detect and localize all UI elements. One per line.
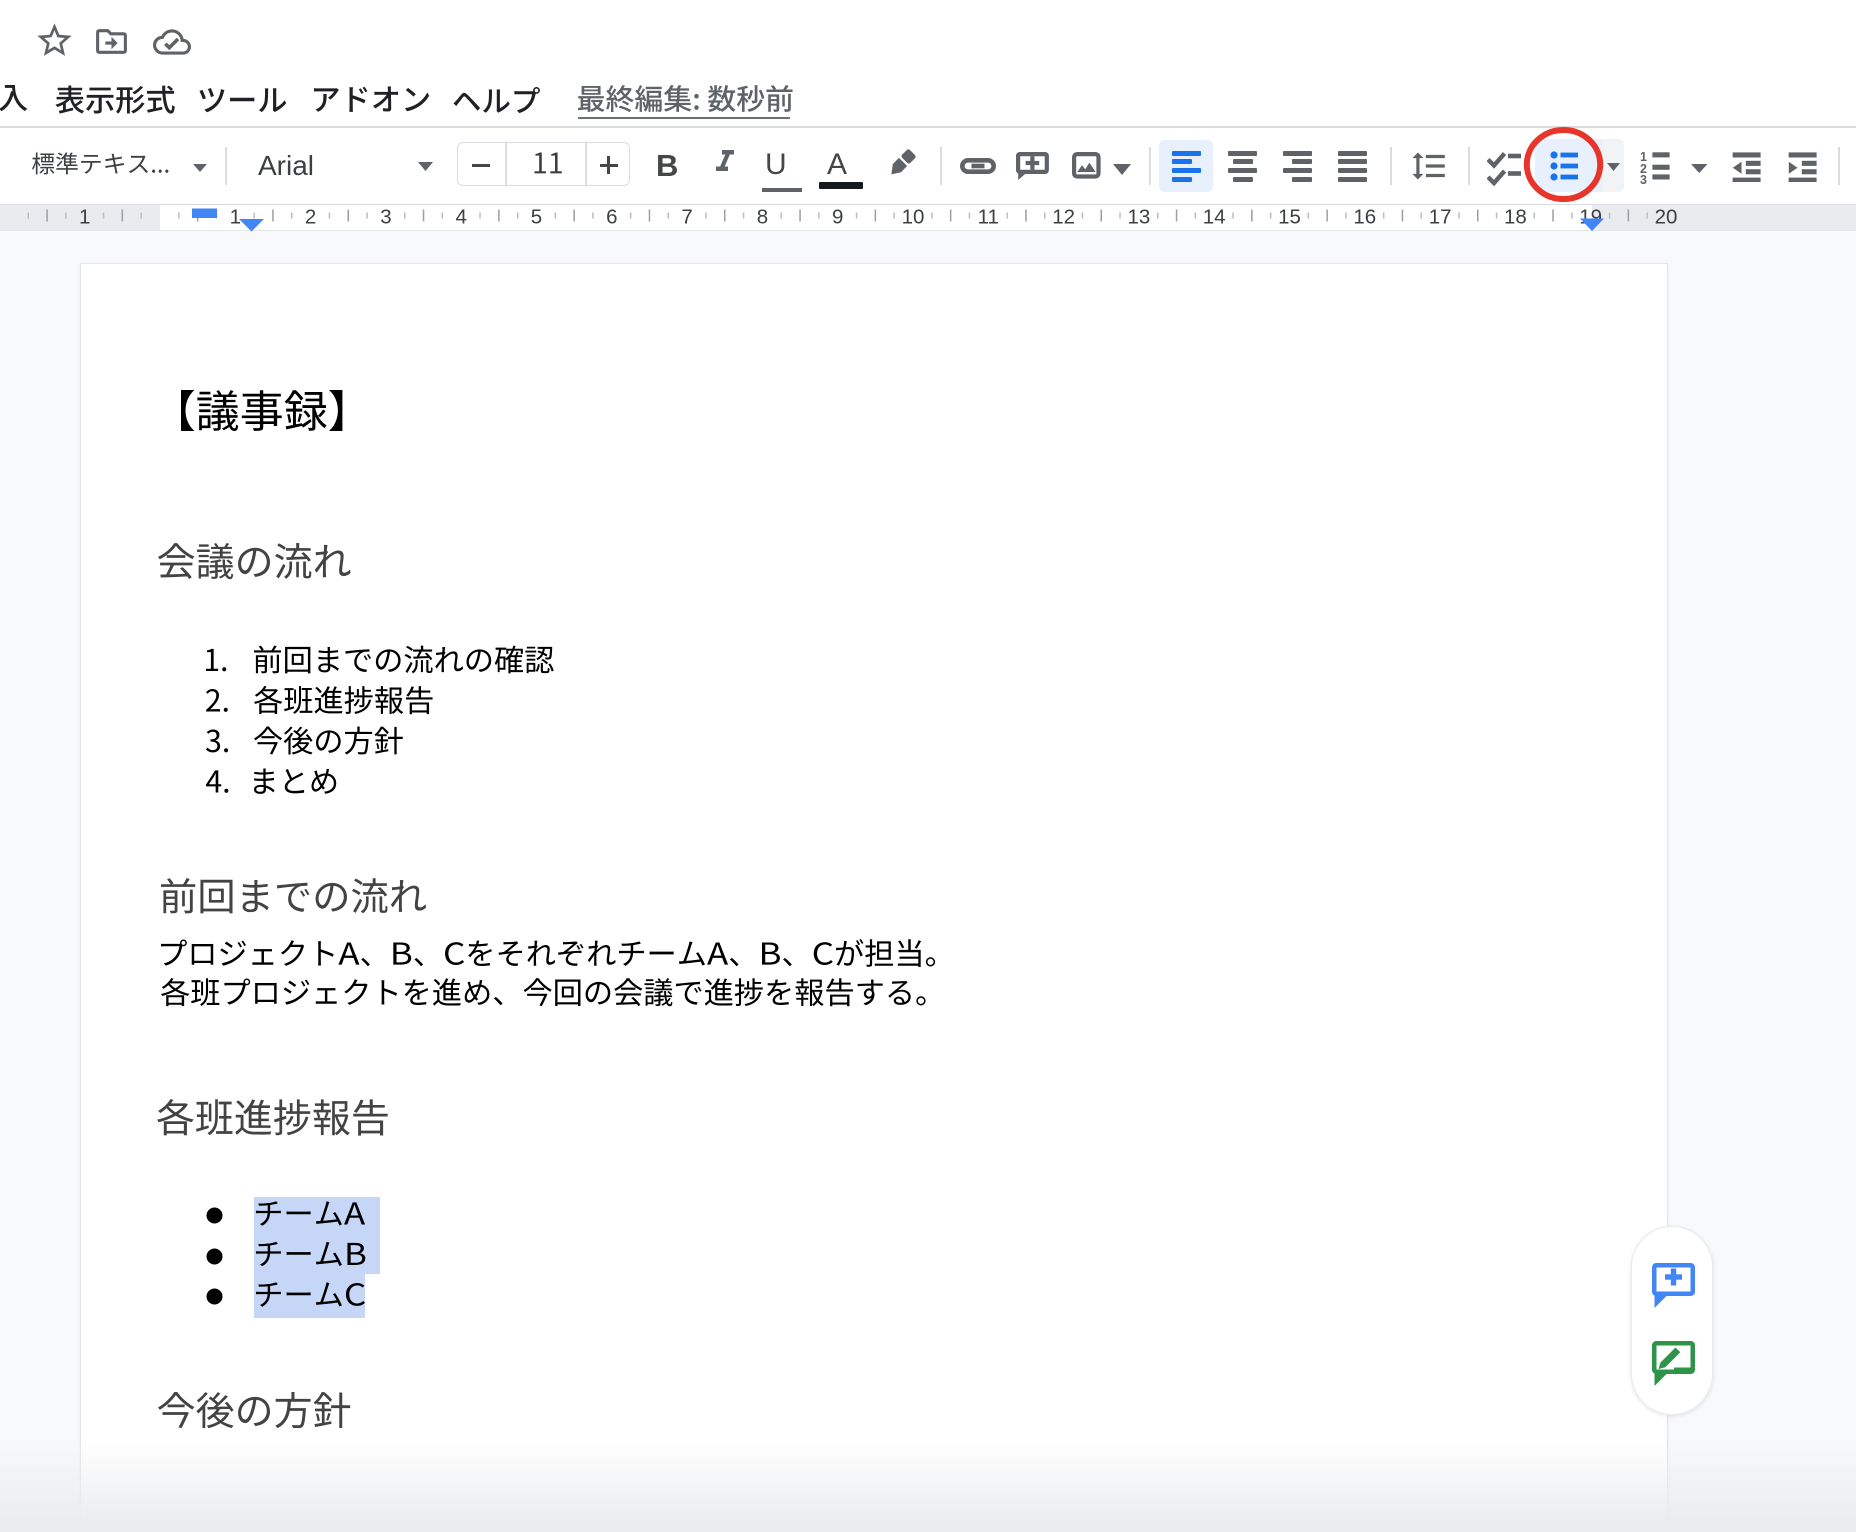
svg-text:5: 5	[531, 206, 542, 229]
svg-text:3: 3	[380, 206, 391, 229]
svg-text:10: 10	[902, 206, 925, 229]
svg-text:6: 6	[606, 206, 617, 229]
svg-text:17: 17	[1429, 206, 1452, 229]
svg-text:7: 7	[681, 206, 692, 229]
svg-text:2: 2	[305, 206, 316, 229]
svg-text:14: 14	[1203, 206, 1226, 229]
svg-text:8: 8	[757, 206, 768, 229]
svg-text:20: 20	[1655, 206, 1678, 229]
svg-text:16: 16	[1353, 206, 1376, 229]
svg-text:15: 15	[1278, 206, 1301, 229]
svg-text:9: 9	[832, 206, 843, 229]
svg-text:1: 1	[79, 206, 90, 229]
svg-text:1: 1	[230, 206, 241, 229]
svg-text:11: 11	[978, 206, 999, 229]
svg-text:4: 4	[455, 206, 466, 229]
svg-text:12: 12	[1052, 206, 1075, 229]
svg-text:18: 18	[1504, 206, 1527, 229]
svg-text:13: 13	[1127, 206, 1150, 229]
